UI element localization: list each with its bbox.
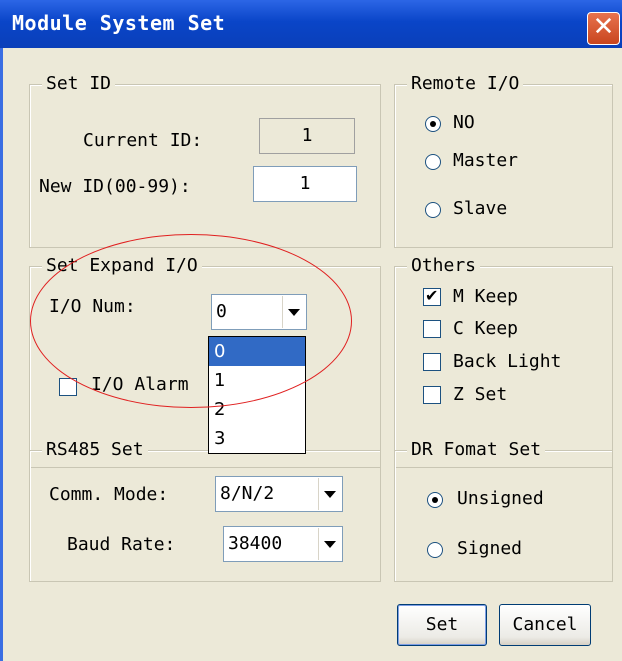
io-num-value: 0: [216, 301, 227, 322]
expand-io-legend: Set Expand I/O: [42, 255, 202, 276]
c-keep-label: C Keep: [453, 318, 519, 339]
io-num-label: I/O Num:: [49, 296, 136, 317]
radio-slave[interactable]: [425, 202, 441, 218]
m-keep-checkbox[interactable]: [423, 286, 441, 306]
cancel-button[interactable]: Cancel: [499, 604, 591, 646]
dropdown-option-3[interactable]: 3: [209, 424, 305, 453]
set-button[interactable]: Set: [397, 604, 487, 646]
io-alarm-checkbox[interactable]: [59, 378, 77, 396]
dr-format-group: DR Fomat Set: [394, 439, 613, 582]
back-light-label: Back Light: [453, 351, 562, 372]
close-icon: ✕: [592, 12, 615, 42]
current-id-label: Current ID:: [83, 130, 203, 151]
io-num-combobox[interactable]: 0: [211, 294, 307, 330]
chevron-down-icon[interactable]: [318, 528, 341, 560]
baud-rate-label: Baud Rate:: [67, 534, 176, 555]
comm-mode-value: 8/N/2: [220, 483, 275, 504]
comm-mode-combobox[interactable]: 8/N/2: [215, 476, 343, 512]
radio-master[interactable]: [425, 154, 441, 170]
set-id-legend: Set ID: [42, 73, 116, 94]
radio-slave-label: Slave: [453, 198, 508, 219]
dropdown-option-0[interactable]: 0: [209, 337, 305, 366]
io-alarm-label: I/O Alarm: [91, 374, 189, 395]
radio-signed-label: Signed: [457, 538, 523, 559]
radio-master-label: Master: [453, 150, 519, 171]
others-legend: Others: [407, 255, 481, 276]
radio-no-label: NO: [453, 112, 475, 133]
new-id-input[interactable]: 1: [253, 166, 357, 202]
dropdown-option-1[interactable]: 1: [209, 366, 305, 395]
io-num-dropdown-list[interactable]: 0 1 2 3: [208, 336, 306, 454]
window-title: Module System Set: [12, 11, 226, 35]
dropdown-option-2[interactable]: 2: [209, 395, 305, 424]
baud-rate-value: 38400: [228, 533, 283, 554]
dialog-client-area: Set ID Current ID: 1 New ID(00-99): 1 Re…: [3, 48, 622, 661]
c-keep-checkbox[interactable]: [423, 320, 441, 338]
chevron-down-icon[interactable]: [318, 478, 341, 510]
m-keep-label: M Keep: [453, 286, 519, 307]
chevron-down-icon[interactable]: [282, 296, 305, 328]
title-bar[interactable]: Module System Set ✕: [0, 0, 622, 48]
radio-unsigned[interactable]: [427, 492, 443, 508]
radio-signed[interactable]: [427, 542, 443, 558]
radio-no[interactable]: [425, 116, 441, 132]
current-id-field: 1: [259, 118, 355, 154]
close-button[interactable]: ✕: [587, 12, 620, 45]
back-light-checkbox[interactable]: [423, 353, 441, 371]
z-set-label: Z Set: [453, 384, 508, 405]
rs485-group: RS485 Set: [29, 439, 381, 582]
new-id-label: New ID(00-99):: [39, 176, 191, 197]
rs485-legend: RS485 Set: [42, 439, 148, 460]
radio-unsigned-label: Unsigned: [457, 488, 544, 509]
baud-rate-combobox[interactable]: 38400: [223, 526, 343, 562]
remote-io-legend: Remote I/O: [407, 73, 524, 94]
comm-mode-label: Comm. Mode:: [49, 484, 169, 505]
dialog-window: Module System Set ✕ Set ID Current ID: 1…: [0, 0, 622, 661]
dr-format-legend: DR Fomat Set: [407, 439, 546, 460]
z-set-checkbox[interactable]: [423, 386, 441, 404]
